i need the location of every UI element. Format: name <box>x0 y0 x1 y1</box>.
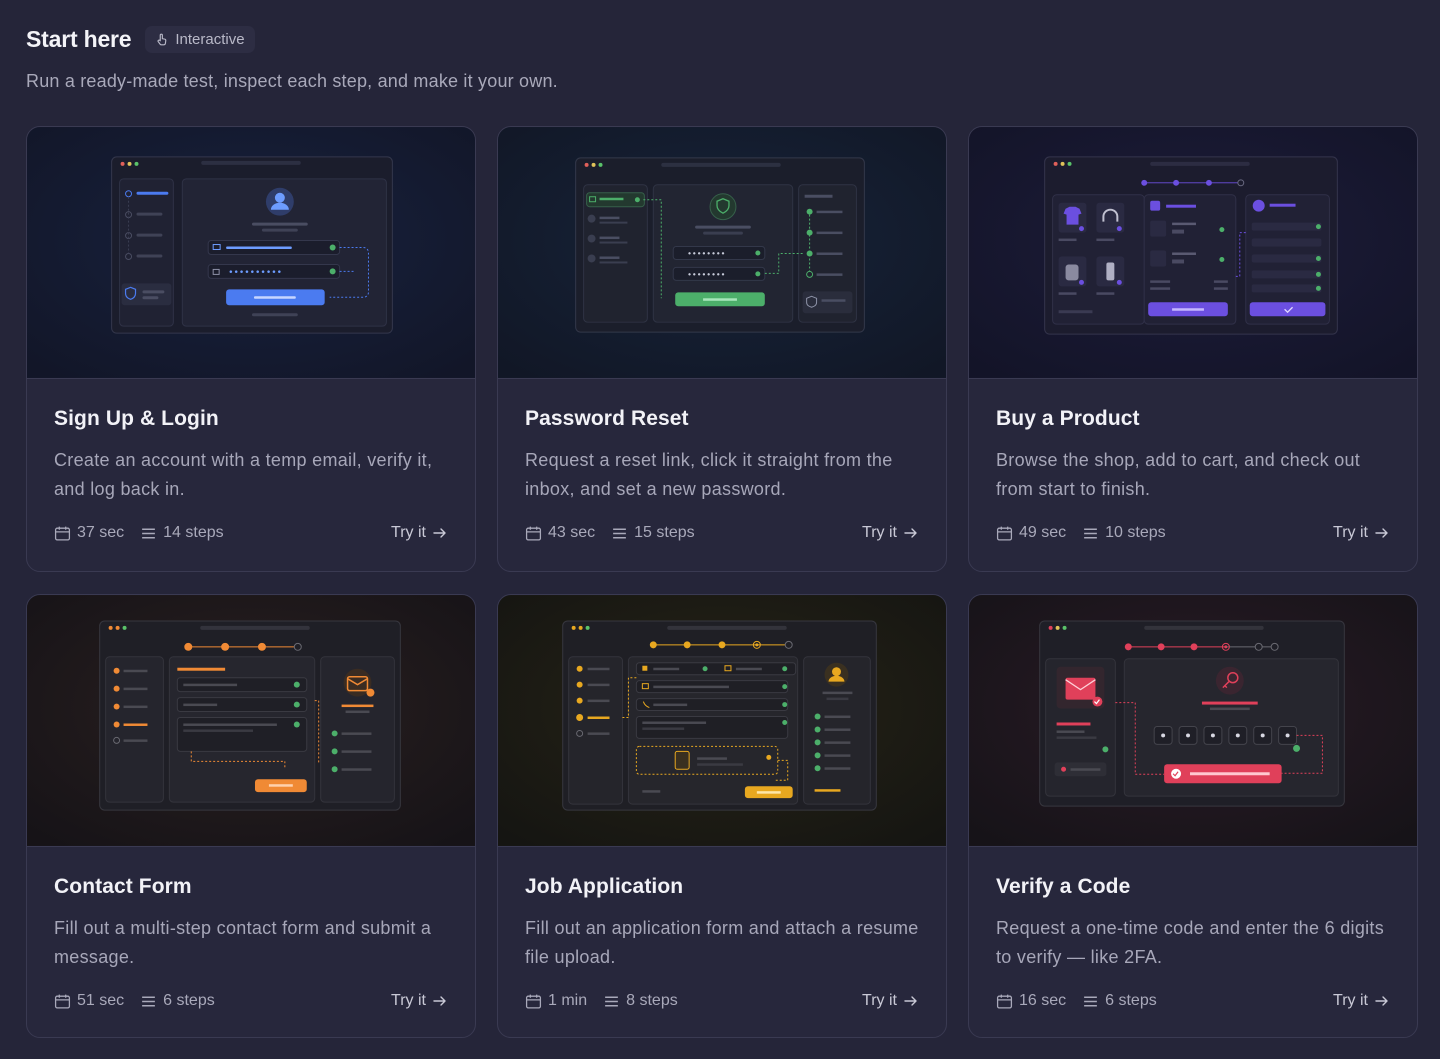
try-it-link[interactable]: Try it <box>1333 992 1390 1010</box>
card-description: Request a one-time code and enter the 6 … <box>996 918 1385 967</box>
try-it-link[interactable]: Try it <box>862 524 919 542</box>
card-title: Contact Form <box>54 875 192 898</box>
step-count-value: 10 steps <box>1105 524 1166 541</box>
signup-login-illustration: •••••••••• <box>27 127 475 378</box>
list-icon <box>613 528 627 538</box>
card-illustration: •••••••••• <box>27 127 475 379</box>
try-it-label: Try it <box>1333 524 1368 541</box>
list-icon <box>142 996 156 1006</box>
test-card-grid: •••••••••• Sign Up & Login Create an acc… <box>26 126 1418 1038</box>
try-it-label: Try it <box>1333 992 1368 1009</box>
card-illustration <box>969 595 1417 847</box>
list-icon <box>1084 528 1098 538</box>
try-it-label: Try it <box>862 992 897 1009</box>
calendar-icon <box>54 994 71 1009</box>
calendar-icon <box>996 526 1013 541</box>
step-count: 15 steps <box>611 524 695 542</box>
list-icon <box>142 528 156 538</box>
card-description: Request a reset link, click it straight … <box>525 450 893 499</box>
duration: 16 sec <box>996 992 1066 1010</box>
arrow-right-icon <box>1375 528 1388 538</box>
buy-product-illustration <box>969 127 1417 378</box>
card-illustration <box>498 595 946 847</box>
duration-value: 16 sec <box>1019 992 1067 1009</box>
try-it-link[interactable]: Try it <box>391 524 448 542</box>
arrow-right-icon <box>433 996 446 1006</box>
duration-value: 37 sec <box>77 524 125 541</box>
duration: 43 sec <box>525 524 595 542</box>
svg-text:••••••••: •••••••• <box>687 249 725 258</box>
card-illustration <box>969 127 1417 379</box>
card-title: Buy a Product <box>996 407 1140 430</box>
interactive-badge: Interactive <box>145 26 255 53</box>
verify-code-illustration <box>969 595 1417 846</box>
calendar-icon <box>996 994 1013 1009</box>
step-count-value: 15 steps <box>634 524 695 541</box>
duration: 51 sec <box>54 992 124 1010</box>
arrow-right-icon <box>1375 996 1388 1006</box>
step-count: 6 steps <box>140 992 215 1010</box>
try-it-link[interactable]: Try it <box>862 992 919 1010</box>
card-verify-code[interactable]: Verify a Code Request a one-time code an… <box>968 594 1418 1038</box>
card-title: Sign Up & Login <box>54 407 219 430</box>
svg-text:••••••••••: •••••••••• <box>228 268 282 278</box>
calendar-icon <box>525 526 542 541</box>
card-illustration <box>27 595 475 847</box>
job-application-illustration <box>498 595 946 846</box>
card-signup-login[interactable]: •••••••••• Sign Up & Login Create an acc… <box>26 126 476 572</box>
card-description: Create an account with a temp email, ver… <box>54 450 433 499</box>
card-password-reset[interactable]: •••••••• •••••••• Password Reset Request… <box>497 126 947 572</box>
list-icon <box>1084 996 1098 1006</box>
badge-label: Interactive <box>175 31 245 48</box>
try-it-label: Try it <box>391 524 426 541</box>
try-it-link[interactable]: Try it <box>391 992 448 1010</box>
try-it-label: Try it <box>862 524 897 541</box>
try-it-label: Try it <box>391 992 426 1009</box>
page-title: Start here <box>26 26 132 52</box>
svg-text:••••••••: •••••••• <box>687 270 725 279</box>
arrow-right-icon <box>433 528 446 538</box>
duration: 49 sec <box>996 524 1066 542</box>
duration-value: 51 sec <box>77 992 125 1009</box>
card-title: Verify a Code <box>996 875 1131 898</box>
list-icon <box>605 996 618 1006</box>
page-header: Start here Interactive Run a ready-made … <box>26 26 558 92</box>
step-count: 14 steps <box>140 524 224 542</box>
duration: 37 sec <box>54 524 124 542</box>
duration-value: 1 min <box>548 992 588 1009</box>
contact-form-illustration <box>27 595 475 846</box>
card-job-application[interactable]: Job Application Fill out an application … <box>497 594 947 1038</box>
card-illustration: •••••••• •••••••• <box>498 127 946 379</box>
pointer-icon <box>155 33 169 47</box>
duration-value: 43 sec <box>548 524 596 541</box>
step-count: 8 steps <box>603 992 678 1010</box>
card-description: Fill out an application form and attach … <box>525 918 919 967</box>
page-subtitle: Run a ready-made test, inspect each step… <box>26 71 558 91</box>
calendar-icon <box>54 526 71 541</box>
password-reset-illustration: •••••••• •••••••• <box>498 127 946 378</box>
card-title: Password Reset <box>525 407 689 430</box>
card-description: Fill out a multi-step contact form and s… <box>54 918 432 967</box>
step-count-value: 8 steps <box>626 992 678 1009</box>
step-count-value: 6 steps <box>163 992 215 1009</box>
step-count-value: 14 steps <box>163 524 224 541</box>
step-count: 6 steps <box>1082 992 1157 1010</box>
card-contact-form[interactable]: Contact Form Fill out a multi-step conta… <box>26 594 476 1038</box>
card-description: Browse the shop, add to cart, and check … <box>996 450 1361 499</box>
step-count-value: 6 steps <box>1105 992 1157 1009</box>
step-count: 10 steps <box>1082 524 1166 542</box>
calendar-icon <box>525 994 542 1009</box>
duration: 1 min <box>525 992 587 1010</box>
duration-value: 49 sec <box>1019 524 1067 541</box>
try-it-link[interactable]: Try it <box>1333 524 1390 542</box>
arrow-right-icon <box>904 528 917 538</box>
card-title: Job Application <box>525 875 684 898</box>
card-buy-product[interactable]: Buy a Product Browse the shop, add to ca… <box>968 126 1418 572</box>
arrow-right-icon <box>904 996 917 1006</box>
